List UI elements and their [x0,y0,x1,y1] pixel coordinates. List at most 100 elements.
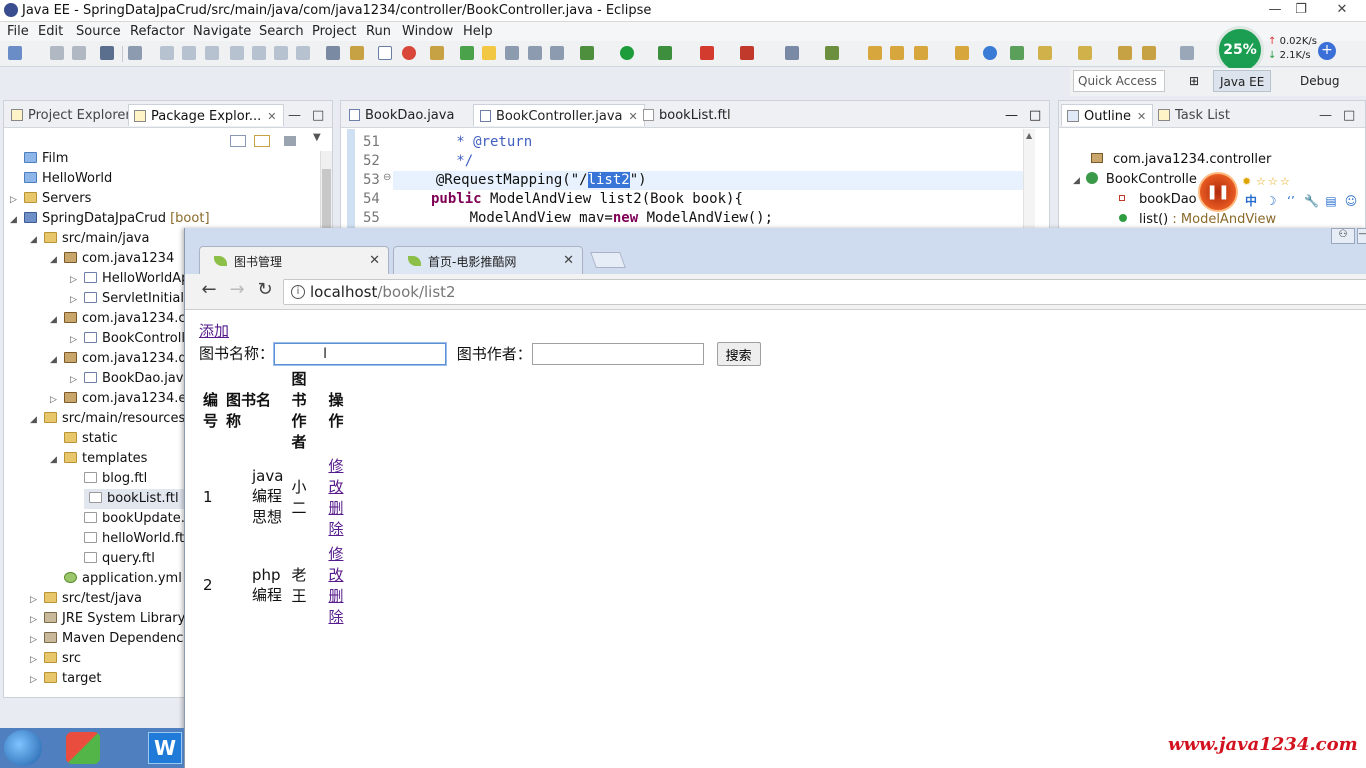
tree-item-file[interactable]: blog.ftl [70,469,147,489]
collapse-icon[interactable]: ◢ [30,410,44,430]
forward-icon[interactable] [1180,46,1194,60]
collapse-icon[interactable]: ◢ [50,310,64,330]
tree-item-maven[interactable]: ▷ Maven Dependencie [30,629,195,649]
coverage-icon[interactable] [658,46,672,60]
disconnect-icon[interactable] [230,46,244,60]
step-return-icon[interactable] [296,46,310,60]
delete-link[interactable]: 删除 [328,587,343,626]
tree-item-servers[interactable]: ▷ Servers [10,189,91,209]
package-folder-icon[interactable] [955,46,969,60]
close-tab-icon[interactable]: ✕ [369,253,380,268]
fold-icon[interactable]: ⊖ [383,172,391,183]
ime-chinese-icon[interactable]: 中 [1244,194,1258,208]
close-tab-icon[interactable]: ✕ [267,110,276,123]
new-icon[interactable] [8,46,22,60]
suspend-icon[interactable] [182,46,196,60]
minimize-view-icon[interactable]: — [284,104,307,126]
user-icon[interactable]: ⚇ [1331,228,1355,244]
last-edit-icon[interactable] [1118,46,1132,60]
tree-item-static[interactable]: static [50,429,118,449]
use-step-filters-icon[interactable] [326,46,340,60]
show-whitespace-icon[interactable] [528,46,542,60]
tree-item-src-test-java[interactable]: ▷ src/test/java [30,589,142,609]
tree-item-src[interactable]: ▷ src [30,649,81,669]
previous-annotation-icon[interactable] [1078,46,1092,60]
save-icon[interactable] [50,46,64,60]
menu-file[interactable]: File [7,24,29,39]
menu-window[interactable]: Window [402,24,453,39]
terminal-icon[interactable] [100,46,114,60]
menu-run[interactable]: Run [366,24,391,39]
tree-item-package[interactable]: ◢ com.java1234 [50,249,174,269]
open-project-icon[interactable] [890,46,904,60]
outline-item-field[interactable]: bookDao [1119,192,1197,207]
tree-item-helloworld[interactable]: HelloWorld [10,169,112,189]
address-bar[interactable]: i localhost/book/list2 [283,279,1366,305]
forward-arrow-icon[interactable]: → [225,279,249,303]
expand-icon[interactable]: ▷ [50,390,64,410]
step-into-icon[interactable] [252,46,266,60]
tree-item-film[interactable]: Film [10,149,68,169]
expand-icon[interactable]: ▷ [70,290,84,310]
open-folder-icon[interactable] [868,46,882,60]
outline-item-method[interactable]: list() : ModelAndView [1119,212,1276,227]
expand-icon[interactable]: ▷ [10,190,24,210]
minimize-view-icon[interactable]: — [1315,104,1338,126]
new-class-icon[interactable] [825,46,839,60]
new-tab-button[interactable] [590,252,626,268]
book-author-input[interactable] [531,343,704,365]
close-tab-icon[interactable]: ✕ [1137,110,1146,123]
tab-bookcontroller[interactable]: BookController.java ✕ [473,104,645,126]
collapse-icon[interactable]: ◢ [50,450,64,470]
minimize-browser-icon[interactable]: — [1357,228,1366,244]
tree-item-file[interactable]: ▷ BookDao.java [70,369,191,389]
perspective-debug[interactable]: Debug [1294,70,1345,92]
tree-item-file[interactable]: bookUpdate. [70,509,185,529]
menu-project[interactable]: Project [312,24,356,39]
tab-package-explorer[interactable]: Package Explor... ✕ [128,104,284,126]
plus-icon[interactable]: + [1318,42,1336,60]
tree-item-package[interactable]: ▷ com.java1234.en [50,389,195,409]
smiley-icon[interactable]: ☺ [1344,194,1358,208]
edit-link[interactable]: 修改 [328,545,343,584]
skip-breakpoints-icon[interactable] [128,46,142,60]
expand-icon[interactable]: ▷ [70,330,84,350]
external-tools-icon[interactable] [740,46,754,60]
tree-item-src-main-java[interactable]: ◢ src/main/java [30,229,149,249]
maximize-view-icon[interactable]: □ [308,104,330,126]
next-annotation-icon[interactable] [1038,46,1052,60]
editor-scrollbar[interactable]: ▲ [1023,129,1035,229]
maximize-button[interactable]: ❐ [1288,0,1314,20]
menu-search[interactable]: Search [259,24,304,39]
terminate-icon[interactable] [205,46,219,60]
mark-occurrences-icon[interactable] [482,46,496,60]
expand-icon[interactable]: ▷ [30,630,44,650]
open-task-icon[interactable] [430,46,444,60]
menu-navigate[interactable]: Navigate [193,24,251,39]
punctuation-icon[interactable]: ‘’ [1284,194,1298,208]
cpu-usage[interactable]: 25% [1216,26,1264,74]
pause-recording-button[interactable]: ❚❚ [1198,172,1238,212]
tree-item-target[interactable]: ▷ target [30,669,102,689]
tab-project-explorer[interactable]: Project Explorer [6,104,137,126]
minimize-editor-icon[interactable]: — [1001,104,1024,126]
open-type-icon[interactable] [350,46,364,60]
expand-icon[interactable]: ▷ [30,590,44,610]
close-tab-icon[interactable]: ✕ [563,253,574,268]
scroll-up-icon[interactable]: ▲ [1026,131,1032,140]
browser-tab-movie-site[interactable]: 首页-电影推酷网 ✕ [393,246,583,274]
reload-icon[interactable]: ↻ [253,279,277,303]
menu-refactor[interactable]: Refactor [130,24,185,39]
tree-item-templates[interactable]: ◢ templates [50,449,147,469]
maximize-view-icon[interactable]: □ [1339,104,1361,126]
info-icon[interactable]: i [291,285,305,299]
menu-help[interactable]: Help [463,24,493,39]
annotation-icon[interactable] [505,46,519,60]
tab-booklist[interactable]: bookList.ftl [637,104,737,126]
tree-item-file[interactable]: application.yml [50,569,182,589]
expand-icon[interactable]: ▷ [70,370,84,390]
debug-icon[interactable] [580,46,594,60]
menu-edit[interactable]: Edit [38,24,63,39]
collapse-icon[interactable]: ◢ [30,230,44,250]
web-services-icon[interactable] [1010,46,1024,60]
